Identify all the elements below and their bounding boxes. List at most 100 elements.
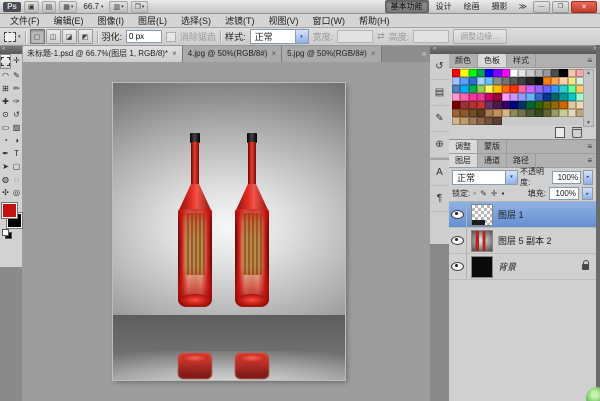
swatch[interactable]	[510, 109, 518, 117]
add-selection-button[interactable]: ◫	[46, 29, 61, 44]
swatch-scrollbar[interactable]: ▲ ▼	[583, 69, 594, 127]
styles-panel-icon[interactable]: ▤	[430, 80, 449, 106]
swatch[interactable]	[460, 109, 468, 117]
swatch[interactable]	[526, 101, 534, 109]
clone-source-panel-icon[interactable]: ⊕	[430, 132, 449, 158]
menu-item-image[interactable]: 图像(I)	[91, 14, 132, 27]
intersect-selection-button[interactable]: ◩	[78, 29, 93, 44]
layer-visibility-toggle[interactable]	[449, 254, 467, 279]
path-selection-tool[interactable]: ➤	[0, 160, 11, 173]
close-tab-icon[interactable]: ×	[172, 49, 177, 58]
swatch[interactable]	[543, 85, 551, 93]
swatch[interactable]	[518, 93, 526, 101]
swatch[interactable]	[477, 69, 485, 77]
swatch[interactable]	[477, 101, 485, 109]
layer-row-1[interactable]: 图层 1	[449, 202, 596, 228]
swatch[interactable]	[460, 85, 468, 93]
workspace-overflow-icon[interactable]: ≫	[516, 2, 530, 11]
swatch[interactable]	[526, 93, 534, 101]
swatch[interactable]	[510, 93, 518, 101]
delete-swatch-icon[interactable]	[572, 127, 582, 138]
swatch[interactable]	[559, 69, 567, 77]
close-button[interactable]: ✕	[571, 1, 597, 13]
adjustments-tab-蒙版[interactable]: 蒙版	[478, 140, 507, 153]
swatch[interactable]	[452, 85, 460, 93]
swatch[interactable]	[460, 77, 468, 85]
swatch[interactable]	[535, 93, 543, 101]
swatch[interactable]	[485, 85, 493, 93]
swatch[interactable]	[568, 101, 576, 109]
swatch[interactable]	[551, 93, 559, 101]
swatch[interactable]	[502, 69, 510, 77]
swatch[interactable]	[518, 109, 526, 117]
document-tab-3[interactable]: 5.jpg @ 50%(RGB/8#)×	[282, 45, 381, 62]
swatch[interactable]	[460, 101, 468, 109]
swatch[interactable]	[551, 101, 559, 109]
swatch[interactable]	[559, 77, 567, 85]
swatch[interactable]	[493, 77, 501, 85]
spot-healing-brush-tool[interactable]: ✚	[0, 95, 11, 108]
swatch[interactable]	[502, 85, 510, 93]
screen-mode-icon[interactable]: ❐▾	[131, 1, 149, 13]
menu-item-window[interactable]: 窗口(W)	[306, 14, 353, 27]
lock-position-icon[interactable]: ✛	[491, 189, 498, 198]
swatch[interactable]	[559, 109, 567, 117]
swatch[interactable]	[493, 109, 501, 117]
adjustments-menu-icon[interactable]: ≡	[583, 140, 596, 153]
blend-mode-dropdown[interactable]: 正常 ▾	[452, 170, 518, 185]
document-tab-1[interactable]: 未标题-1.psd @ 66.7%(图层 1, RGB/8)*×	[22, 45, 183, 62]
pen-tool[interactable]: ✒	[0, 147, 11, 160]
swatch[interactable]	[543, 101, 551, 109]
foreground-color-swatch[interactable]	[2, 203, 17, 218]
swatch[interactable]	[551, 69, 559, 77]
fill-value[interactable]: 100%	[549, 187, 579, 200]
new-selection-button[interactable]: ▢	[30, 29, 45, 44]
swatch[interactable]	[485, 93, 493, 101]
workspace-button-basic[interactable]: 基本功能	[385, 0, 429, 13]
swatch[interactable]	[551, 85, 559, 93]
layers-menu-icon[interactable]: ≡	[583, 154, 596, 167]
swatch[interactable]	[568, 85, 576, 93]
swatch[interactable]	[543, 109, 551, 117]
clone-stamp-tool[interactable]: ⊙	[0, 108, 11, 121]
swatch[interactable]	[477, 85, 485, 93]
swatch[interactable]	[460, 117, 468, 125]
swatch[interactable]	[535, 85, 543, 93]
layers-tab-图层[interactable]: 图层	[449, 154, 478, 167]
swatch[interactable]	[493, 93, 501, 101]
opacity-value[interactable]: 100%	[552, 171, 581, 184]
swatch[interactable]	[469, 69, 477, 77]
swatch[interactable]	[518, 77, 526, 85]
swatch[interactable]	[535, 77, 543, 85]
menu-item-file[interactable]: 文件(F)	[3, 14, 47, 27]
tools-panel-header[interactable]: «	[0, 45, 22, 54]
swatch[interactable]	[477, 109, 485, 117]
swatch[interactable]	[568, 77, 576, 85]
menu-item-layer[interactable]: 图层(L)	[131, 14, 174, 27]
history-brush-tool[interactable]: ↺	[11, 108, 22, 121]
swatch[interactable]	[543, 93, 551, 101]
swatch[interactable]	[510, 101, 518, 109]
zoom-level-control[interactable]: 66.7 ▾	[80, 2, 106, 11]
eyedropper-tool[interactable]: ✏	[11, 82, 22, 95]
layer-row-2[interactable]: 图层 5 副本 2	[449, 228, 596, 254]
menu-item-view[interactable]: 视图(V)	[262, 14, 306, 27]
fill-spinner-icon[interactable]: ▸	[582, 187, 593, 200]
layers-tab-通道[interactable]: 通道	[478, 154, 507, 167]
swatch[interactable]	[452, 69, 460, 77]
swatch[interactable]	[469, 85, 477, 93]
swatch[interactable]	[452, 77, 460, 85]
rectangular-marquee-tool[interactable]	[0, 54, 11, 69]
layer-visibility-toggle[interactable]	[449, 228, 467, 253]
subtract-selection-button[interactable]: ◪	[62, 29, 77, 44]
opacity-spinner-icon[interactable]: ▸	[583, 170, 593, 185]
brush-presets-panel-icon[interactable]: ✎	[430, 106, 449, 132]
swatch[interactable]	[568, 93, 576, 101]
swatch[interactable]	[510, 69, 518, 77]
swatch[interactable]	[526, 69, 534, 77]
3d-pan-tool[interactable]: ◌	[11, 173, 22, 186]
menu-item-select[interactable]: 选择(S)	[174, 14, 218, 27]
swatch[interactable]	[535, 101, 543, 109]
swatch[interactable]	[469, 109, 477, 117]
shape-tool[interactable]: ▢	[11, 160, 22, 173]
